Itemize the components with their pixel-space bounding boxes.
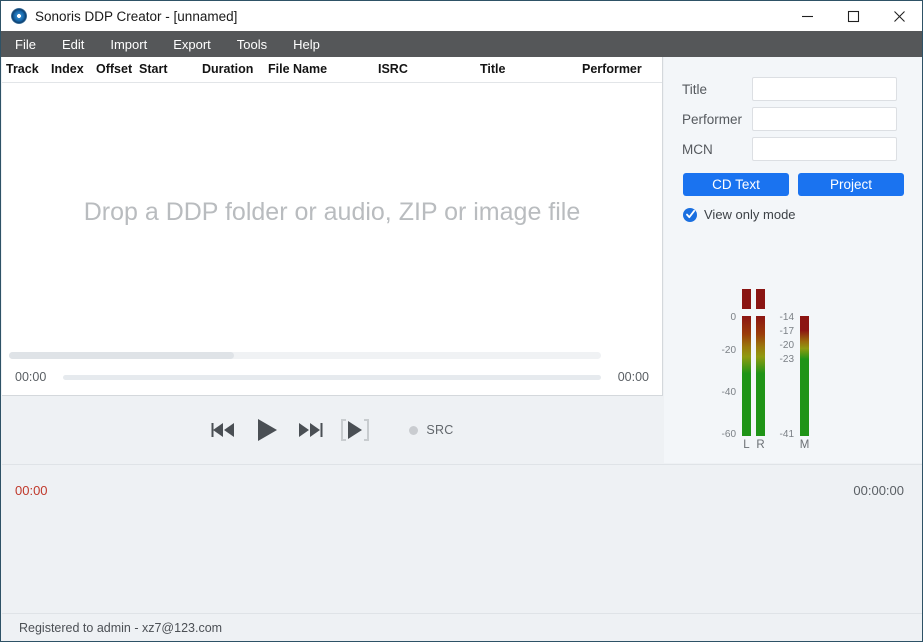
- horizontal-scrollbar[interactable]: [9, 352, 601, 359]
- seek-start-time: 00:00: [15, 370, 47, 384]
- seek-bar-row: 00:00 00:00: [2, 365, 662, 389]
- meter-bar-right: [756, 316, 765, 436]
- menu-bar: File Edit Import Export Tools Help: [1, 31, 922, 57]
- performer-field-label: Performer: [682, 111, 743, 127]
- column-header-track[interactable]: Track: [6, 62, 39, 76]
- column-header-file-name[interactable]: File Name: [268, 62, 327, 76]
- registration-status-text: Registered to admin - xz7@123.com: [19, 620, 223, 635]
- track-list-panel: Track Index Offset Start Duration File N…: [2, 57, 663, 396]
- meter-caption-right: R: [756, 439, 765, 451]
- level-meters: 0 -20 -40 -60 L R -14 -17 -20 -23 -41 M: [664, 232, 922, 451]
- performer-field-row: Performer: [682, 107, 910, 131]
- column-header-performer[interactable]: Performer: [582, 62, 642, 76]
- lr-scale-0: 0: [730, 312, 736, 323]
- lr-scale-40: -40: [721, 387, 736, 398]
- column-header-index[interactable]: Index: [51, 62, 84, 76]
- skip-next-icon[interactable]: [297, 420, 323, 440]
- minimize-icon[interactable]: [784, 1, 830, 31]
- menu-item-edit[interactable]: Edit: [49, 33, 97, 56]
- menu-item-import[interactable]: Import: [97, 33, 160, 56]
- view-only-mode-label: View only mode: [704, 207, 796, 222]
- seek-slider[interactable]: [63, 374, 601, 380]
- src-label: SRC: [426, 423, 454, 437]
- mcn-input[interactable]: [752, 137, 897, 161]
- total-timecode: 00:00:00: [853, 483, 904, 498]
- src-status-indicator: [409, 425, 419, 435]
- lr-scale-20: -20: [721, 345, 736, 356]
- column-header-offset[interactable]: Offset: [96, 62, 132, 76]
- m-scale-23: -23: [779, 354, 794, 365]
- title-field-row: Title: [682, 77, 910, 101]
- title-field-label: Title: [682, 81, 708, 97]
- meter-peak-hold-right: [756, 289, 765, 309]
- play-in-brackets-icon[interactable]: [340, 417, 370, 443]
- m-scale-41: -41: [779, 429, 794, 440]
- menu-item-help[interactable]: Help: [280, 33, 333, 56]
- metadata-button-row: CD Text Project: [683, 173, 904, 196]
- src-toggle[interactable]: SRC: [409, 423, 453, 437]
- menu-item-export[interactable]: Export: [160, 33, 224, 56]
- column-header-duration[interactable]: Duration: [202, 62, 253, 76]
- drop-zone[interactable]: Drop a DDP folder or audio, ZIP or image…: [2, 83, 662, 341]
- transport-controls: SRC: [2, 397, 663, 463]
- meter-bar-left: [742, 316, 751, 436]
- title-bar: Sonoris DDP Creator - [unnamed]: [1, 1, 922, 31]
- column-header-isrc[interactable]: ISRC: [378, 62, 408, 76]
- checkbox-checked-icon: [683, 207, 697, 222]
- m-scale-20: -20: [779, 340, 794, 351]
- metadata-panel: Title Performer MCN CD Text Project View…: [664, 57, 922, 463]
- column-header-title[interactable]: Title: [480, 62, 505, 76]
- menu-item-tools[interactable]: Tools: [224, 33, 280, 56]
- current-timecode: 00:00: [15, 483, 48, 498]
- m-scale-17: -17: [779, 326, 794, 337]
- view-only-mode-checkbox[interactable]: View only mode: [683, 207, 796, 222]
- sonoris-logo-icon: [11, 8, 27, 24]
- cd-text-button[interactable]: CD Text: [683, 173, 789, 196]
- m-scale-14: -14: [779, 312, 794, 323]
- meter-peak-hold-left: [742, 289, 751, 309]
- skip-previous-icon[interactable]: [211, 420, 237, 440]
- project-button[interactable]: Project: [798, 173, 904, 196]
- column-header-start[interactable]: Start: [139, 62, 167, 76]
- track-list-header: Track Index Offset Start Duration File N…: [2, 57, 662, 83]
- play-icon[interactable]: [254, 417, 280, 443]
- meter-bar-mono: [800, 316, 809, 436]
- horizontal-scrollbar-thumb[interactable]: [9, 352, 234, 359]
- window-controls: [784, 1, 922, 31]
- application-window: Sonoris DDP Creator - [unnamed] File Edi…: [0, 0, 923, 642]
- title-input[interactable]: [752, 77, 897, 101]
- mcn-field-label: MCN: [682, 141, 713, 157]
- drop-zone-message: Drop a DDP folder or audio, ZIP or image…: [83, 197, 581, 226]
- seek-end-time: 00:00: [617, 370, 649, 384]
- status-bar: Registered to admin - xz7@123.com: [2, 613, 922, 641]
- lr-scale-60: -60: [721, 429, 736, 440]
- performer-input[interactable]: [752, 107, 897, 131]
- timecode-strip: 00:00 00:00:00: [2, 464, 922, 524]
- close-icon[interactable]: [876, 1, 922, 31]
- window-title: Sonoris DDP Creator - [unnamed]: [35, 8, 238, 24]
- meter-caption-mono: M: [799, 439, 810, 451]
- menu-item-file[interactable]: File: [1, 33, 49, 56]
- mcn-field-row: MCN: [682, 137, 910, 161]
- maximize-icon[interactable]: [830, 1, 876, 31]
